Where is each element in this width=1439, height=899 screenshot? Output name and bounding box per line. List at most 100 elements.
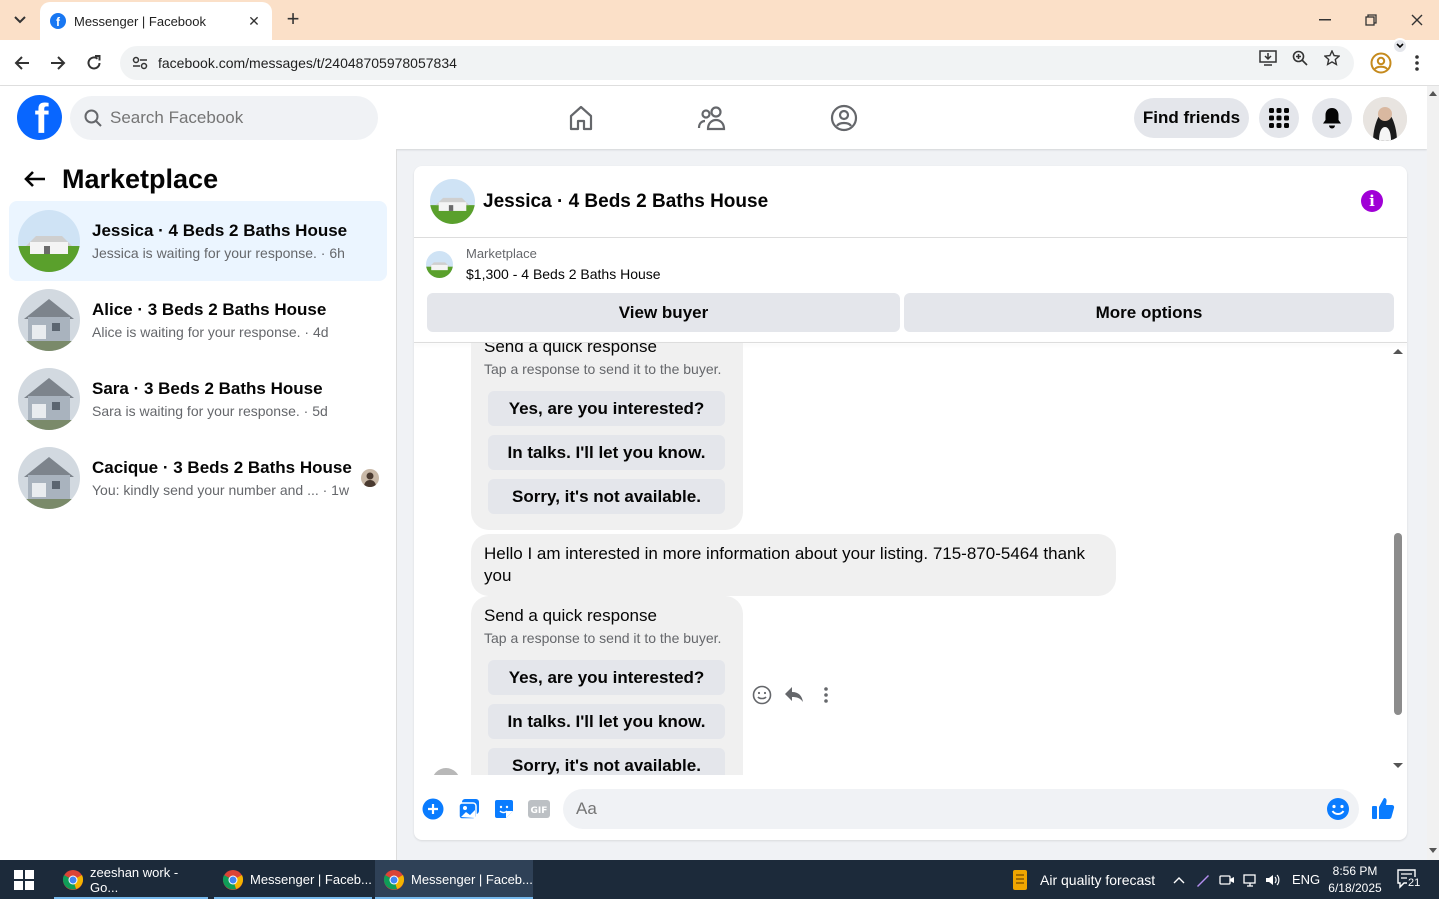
message-input[interactable]: [576, 799, 1276, 819]
conversation-name: Cacique · 3 Beds 2 Baths House: [92, 458, 352, 477]
search-icon: [84, 109, 102, 127]
pen-icon[interactable]: [1194, 871, 1212, 889]
taskbar-chrome-window[interactable]: Messenger | Faceb...: [214, 860, 372, 899]
taskbar-item-label: Messenger | Faceb...: [250, 872, 372, 887]
facebook-search-box[interactable]: [70, 96, 378, 140]
house-thumbnail: [18, 289, 80, 351]
quick-response-button[interactable]: Sorry, it's not available.: [488, 479, 725, 514]
network-icon[interactable]: [1242, 871, 1260, 889]
quick-response-button[interactable]: Sorry, it's not available.: [488, 748, 725, 775]
thumbs-up-icon[interactable]: [1371, 796, 1395, 820]
buyer-message-bubble[interactable]: Hello I am interested in more informatio…: [471, 534, 1116, 596]
conversation-name: Alice · 3 Beds 2 Baths House: [92, 300, 327, 319]
address-bar[interactable]: facebook.com/messages/t/2404870597805783…: [120, 46, 1354, 80]
browser-toolbar: facebook.com/messages/t/2404870597805783…: [0, 40, 1439, 86]
quick-response-button[interactable]: Yes, are you interested?: [488, 660, 725, 695]
message-list: Send a quick response Tap a response to …: [414, 343, 1407, 775]
browser-tab-strip: f Messenger | Facebook ✕ +: [0, 0, 1439, 40]
chrome-icon: [222, 869, 244, 891]
quick-response-title: Send a quick response: [484, 343, 657, 356]
close-tab-icon[interactable]: ✕: [246, 13, 262, 30]
taskbar-item-label: zeeshan work - Go...: [90, 864, 179, 895]
minimize-icon[interactable]: [1310, 8, 1340, 32]
restore-icon[interactable]: [1356, 8, 1386, 32]
quick-response-button[interactable]: In talks. I'll let you know.: [488, 704, 725, 739]
plus-icon[interactable]: [421, 797, 445, 821]
gif-icon[interactable]: GIF: [527, 797, 551, 821]
taskbar-chrome-window-active[interactable]: Messenger | Faceb...: [375, 860, 533, 899]
conversation-info-icon[interactable]: i: [1361, 190, 1383, 212]
tab-search-icon[interactable]: [8, 8, 32, 32]
conversation-item[interactable]: Alice · 3 Beds 2 Baths House Alice is wa…: [9, 280, 387, 360]
weather-widget-text[interactable]: Air quality forecast: [1040, 860, 1155, 899]
conversation-item[interactable]: Sara · 3 Beds 2 Baths House Sara is wait…: [9, 359, 387, 439]
browser-menu-icon[interactable]: [1408, 52, 1426, 74]
air-quality-icon[interactable]: [1010, 869, 1030, 891]
message-scrollbar[interactable]: [1390, 343, 1405, 775]
notification-center-icon[interactable]: 21: [1397, 869, 1423, 891]
account-avatar[interactable]: [1363, 97, 1407, 141]
notification-count: 21: [1407, 877, 1422, 889]
emoji-icon[interactable]: [1326, 797, 1350, 821]
windows-start-icon[interactable]: [14, 870, 34, 890]
sticker-icon[interactable]: [492, 797, 516, 821]
quick-response-title: Send a quick response: [484, 606, 657, 625]
conversation-preview: You: kindly send your number and ... · 1…: [92, 482, 350, 498]
browser-profile-icon[interactable]: [1370, 52, 1392, 74]
sidebar-header: Marketplace: [22, 163, 218, 195]
menu-grid-icon[interactable]: [1259, 98, 1299, 138]
message-input-box[interactable]: [563, 789, 1359, 829]
conversation-preview: Alice is waiting for your response. · 4d: [92, 324, 329, 340]
quick-response-card: Send a quick response Tap a response to …: [471, 596, 743, 775]
quick-response-button[interactable]: Yes, are you interested?: [488, 391, 725, 426]
chat-house-thumbnail[interactable]: [430, 179, 475, 224]
reply-icon[interactable]: [784, 685, 804, 705]
facebook-logo-icon[interactable]: f: [17, 95, 62, 140]
notifications-bell-icon[interactable]: [1312, 98, 1352, 138]
new-tab-icon[interactable]: +: [282, 8, 304, 30]
zoom-icon[interactable]: [1289, 49, 1311, 67]
groups-icon[interactable]: [826, 100, 862, 136]
forward-icon[interactable]: [46, 51, 70, 75]
react-smiley-icon[interactable]: [752, 685, 772, 705]
account-chevron-down-icon[interactable]: [1392, 38, 1408, 54]
message-composer: GIF: [414, 784, 1407, 834]
seen-avatar: [361, 469, 379, 487]
find-friends-button[interactable]: Find friends: [1134, 98, 1249, 138]
meet-now-icon[interactable]: [1218, 871, 1236, 889]
sender-avatar: [432, 768, 460, 775]
volume-icon[interactable]: [1264, 871, 1282, 889]
conversation-preview: Jessica is waiting for your response. · …: [92, 245, 345, 261]
site-settings-icon[interactable]: [130, 53, 150, 73]
photo-icon[interactable]: [457, 797, 481, 821]
friends-icon[interactable]: [694, 100, 730, 136]
taskbar-chrome-window[interactable]: zeeshan work - Go...: [54, 860, 208, 899]
back-icon[interactable]: [10, 51, 34, 75]
chat-title[interactable]: Jessica · 4 Beds 2 Baths House: [483, 191, 768, 213]
listing-title: $1,300 - 4 Beds 2 Baths House: [466, 266, 661, 282]
back-arrow-icon[interactable]: [22, 166, 48, 192]
more-actions-icon[interactable]: [816, 685, 836, 705]
listing-summary[interactable]: Marketplace $1,300 - 4 Beds 2 Baths Hous…: [426, 246, 661, 282]
facebook-favicon-icon: f: [50, 13, 66, 29]
facebook-search-input[interactable]: [110, 108, 350, 128]
marketplace-sidebar: Marketplace Jessica · 4 Beds 2 Baths Hou…: [0, 149, 397, 860]
quick-response-button[interactable]: In talks. I'll let you know.: [488, 435, 725, 470]
close-window-icon[interactable]: [1402, 8, 1432, 32]
view-buyer-button[interactable]: View buyer: [427, 293, 900, 332]
home-icon[interactable]: [563, 100, 599, 136]
browser-tab-active[interactable]: f Messenger | Facebook ✕: [40, 2, 272, 40]
system-clock[interactable]: 8:56 PM 6/18/2025: [1322, 863, 1388, 897]
scrollbar-thumb[interactable]: [1394, 533, 1402, 715]
conversation-item[interactable]: Cacique · 3 Beds 2 Baths House You: kind…: [9, 438, 387, 518]
more-options-button[interactable]: More options: [904, 293, 1394, 332]
show-hidden-icons-icon[interactable]: [1170, 871, 1188, 889]
conversation-item[interactable]: Jessica · 4 Beds 2 Baths House Jessica i…: [9, 201, 387, 281]
windows-taskbar: zeeshan work - Go... Messenger | Faceb..…: [0, 860, 1439, 899]
install-app-icon[interactable]: [1257, 49, 1279, 67]
page-scrollbar[interactable]: [1427, 86, 1439, 860]
reload-icon[interactable]: [82, 51, 106, 75]
bookmark-star-icon[interactable]: [1321, 49, 1343, 67]
language-indicator[interactable]: ENG: [1292, 860, 1320, 899]
chrome-icon: [62, 869, 84, 891]
